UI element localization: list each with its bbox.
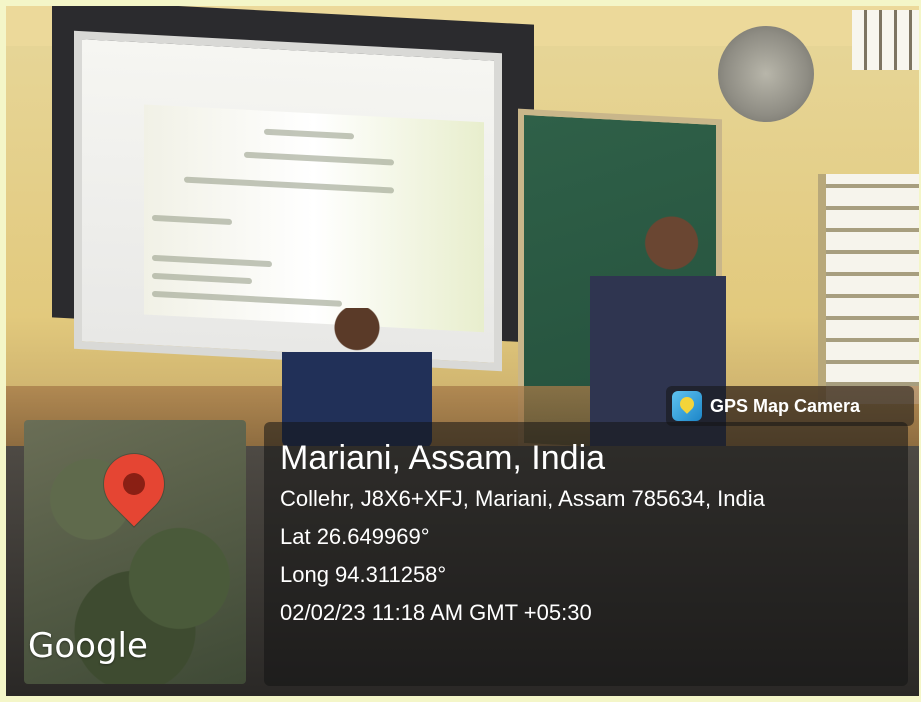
google-watermark: Google: [28, 626, 148, 666]
window: [818, 174, 919, 404]
gps-map-camera-badge: GPS Map Camera: [666, 386, 914, 426]
longitude-text: Long 94.311258°: [280, 562, 447, 587]
location-info-panel: Mariani, Assam, India Collehr, J8X6+XFJ,…: [264, 422, 908, 686]
latitude-text: Lat 26.649969°: [280, 524, 430, 549]
projection-screen: [74, 30, 502, 372]
location-title: Mariani, Assam, India: [280, 439, 606, 477]
badge-label: GPS Map Camera: [710, 395, 861, 416]
map-thumbnail: Google: [24, 420, 246, 684]
datetime-text: 02/02/23 11:18 AM GMT +05:30: [280, 600, 592, 625]
address-text: Collehr, J8X6+XFJ, Mariani, Assam 785634…: [280, 486, 765, 511]
map-pin-icon: [91, 441, 177, 527]
map-pin-center: [118, 468, 150, 500]
upper-window: [852, 10, 919, 70]
presentation-slide: [144, 104, 484, 333]
wall-fan: [718, 26, 814, 122]
gps-map-camera-app-icon: [672, 391, 702, 421]
